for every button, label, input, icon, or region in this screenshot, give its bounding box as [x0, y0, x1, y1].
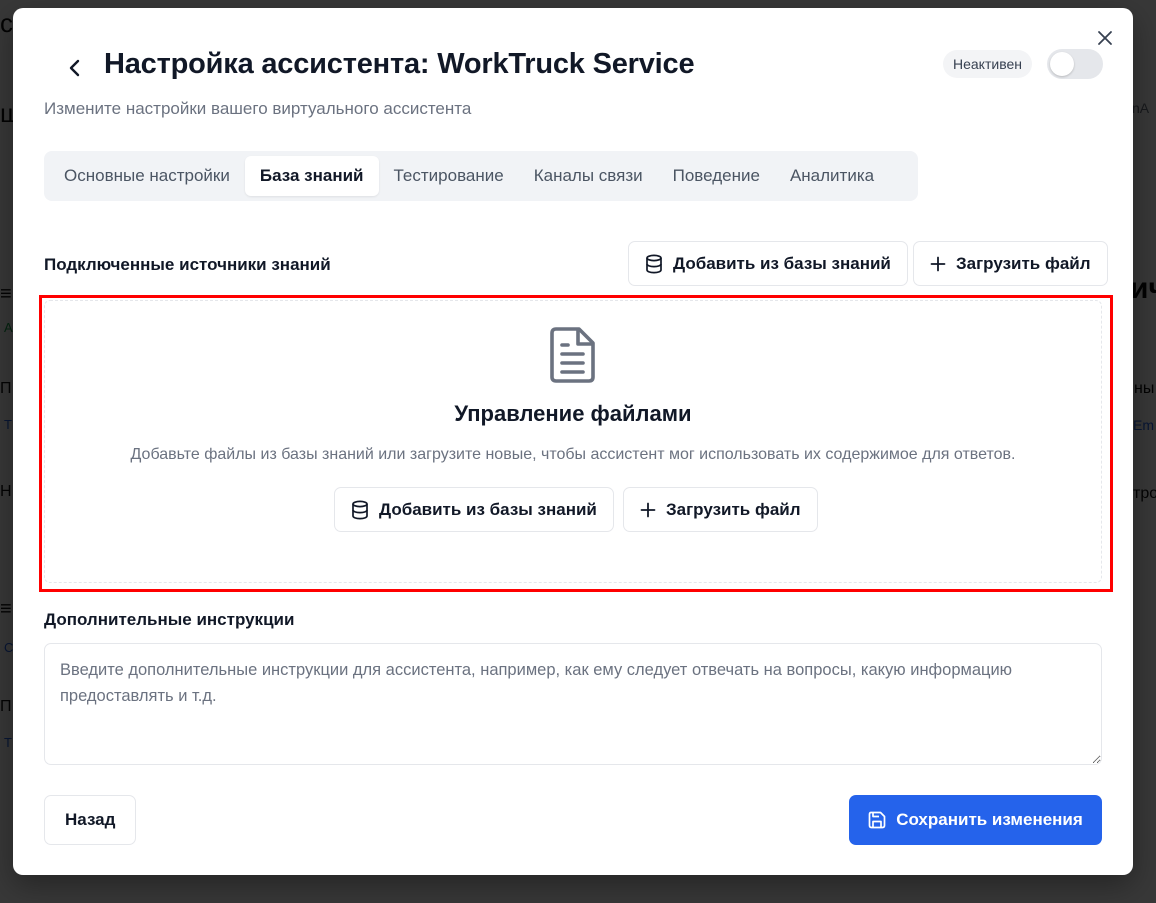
sources-heading: Подключенные источники знаний — [44, 255, 331, 274]
tab-analytics[interactable]: Аналитика — [775, 156, 889, 196]
tab-testing[interactable]: Тестирование — [379, 156, 519, 196]
back-arrow-button[interactable] — [57, 50, 93, 86]
upload-file-label: Загрузить файл — [956, 253, 1091, 273]
plus-icon — [640, 502, 656, 517]
upload-file-button[interactable]: Загрузить файл — [913, 241, 1108, 286]
page-subtitle: Измените настройки вашего виртуального а… — [44, 99, 472, 118]
instructions-heading: Дополнительные инструкции — [44, 610, 295, 629]
database-icon — [352, 500, 368, 519]
add-from-knowledge-base-label: Добавить из базы знаний — [673, 253, 891, 273]
empty-state-description: Добавьте файлы из базы знаний или загруз… — [130, 446, 1016, 463]
close-button[interactable] — [1093, 26, 1117, 50]
plus-icon — [930, 256, 946, 271]
chevron-left-icon — [69, 59, 80, 77]
empty-add-from-knowledge-base-button[interactable]: Добавить из базы знаний — [334, 487, 614, 532]
database-icon — [646, 254, 662, 273]
page-title: Настройка ассистента: WorkTruck Service — [104, 48, 695, 80]
save-changes-button[interactable]: Сохранить изменения — [849, 795, 1102, 845]
tab-channels[interactable]: Каналы связи — [519, 156, 658, 196]
file-text-icon — [550, 327, 595, 383]
active-toggle[interactable] — [1047, 49, 1103, 79]
save-changes-label: Сохранить изменения — [896, 810, 1083, 829]
tab-behavior[interactable]: Поведение — [658, 156, 775, 196]
status-badge: Неактивен — [943, 50, 1032, 78]
tab-knowledge-base[interactable]: База знаний — [244, 156, 379, 196]
assistant-settings-dialog: Настройка ассистента: WorkTruck Service … — [13, 8, 1133, 875]
save-icon — [868, 811, 886, 829]
close-icon — [1098, 31, 1112, 45]
settings-tabs: Основные настройки База знаний Тестирова… — [44, 151, 918, 201]
instructions-textarea[interactable] — [44, 643, 1102, 765]
empty-state-title: Управление файлами — [454, 401, 692, 426]
add-from-knowledge-base-button[interactable]: Добавить из базы знаний — [628, 241, 908, 286]
toggle-knob — [1050, 52, 1074, 76]
empty-upload-file-button[interactable]: Загрузить файл — [623, 487, 818, 532]
tab-basic-settings[interactable]: Основные настройки — [49, 156, 245, 196]
empty-add-from-knowledge-base-label: Добавить из базы знаний — [379, 499, 597, 519]
back-button[interactable]: Назад — [44, 795, 137, 845]
empty-upload-file-label: Загрузить файл — [666, 499, 801, 519]
